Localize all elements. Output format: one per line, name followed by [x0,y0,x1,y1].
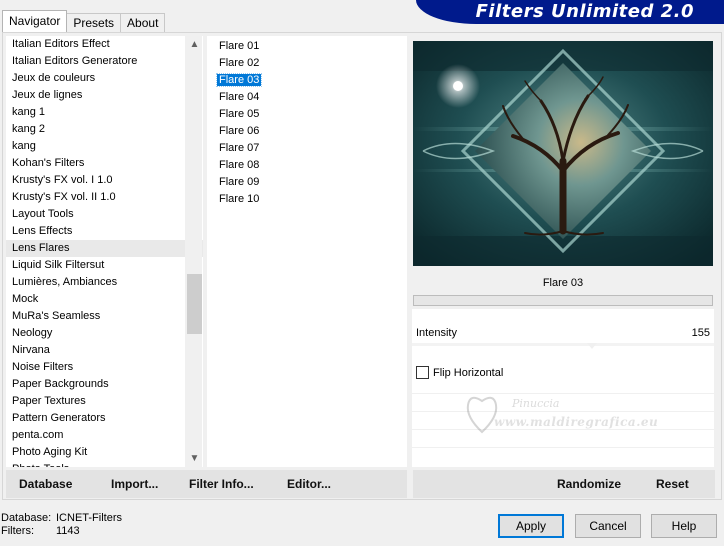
intensity-label: Intensity [416,327,457,339]
category-item[interactable]: Mock [6,291,203,308]
category-item[interactable]: Nirvana [6,342,203,359]
watermark: Pinuccia www.maldiregrafica.eu [452,387,682,457]
filter-item-label: Flare 06 [219,125,260,137]
category-item[interactable]: Krusty's FX vol. I 1.0 [6,172,203,189]
intensity-value: 155 [691,327,710,339]
intensity-track[interactable] [412,343,714,346]
import-button[interactable]: Import... [111,470,158,498]
preview-image [413,41,713,266]
filter-item-label: Flare 10 [219,193,260,205]
tab-about[interactable]: About [120,13,166,32]
selected-filter-name: Flare 03 [412,272,714,294]
intensity-slider[interactable]: Intensity 155 [412,326,714,349]
category-item[interactable]: Krusty's FX vol. II 1.0 [6,189,203,206]
category-item[interactable]: MuRa's Seamless [6,308,203,325]
category-scrollbar[interactable]: ▲ ▼ [185,36,202,467]
category-list[interactable]: Italian Editors Effect Italian Editors Ge… [6,36,203,467]
filter-list[interactable]: Flare 01 Flare 02 Flare 03 Flare 04 Flare 05… [207,36,407,467]
category-item[interactable]: kang 2 [6,121,203,138]
left-button-row: Database Import... Filter Info... Editor… [6,470,407,498]
category-item[interactable]: Photo Aging Kit [6,444,203,461]
database-info: Database: ICNET-Filters Filters: 1143 [1,512,122,538]
category-item[interactable]: Paper Textures [6,393,203,410]
watermark-author: Pinuccia [512,397,560,410]
cancel-button[interactable]: Cancel [575,514,641,538]
flip-horizontal-label: Flip Horizontal [433,366,504,379]
filter-item-label: Flare 01 [219,40,260,52]
flip-horizontal-checkbox[interactable] [416,366,429,379]
category-item[interactable]: Kohan's Filters [6,155,203,172]
help-button[interactable]: Help [651,514,717,538]
filters-count: 1143 [56,525,80,537]
category-item[interactable]: Layout Tools [6,206,203,223]
filter-info-button[interactable]: Filter Info... [189,470,254,498]
right-button-row: Randomize Reset [413,470,715,498]
database-value: ICNET-Filters [56,512,122,524]
category-item[interactable]: kang [6,138,203,155]
filter-item[interactable]: Flare 05 [207,106,407,123]
category-item[interactable]: Paper Backgrounds [6,376,203,393]
filter-item-label: Flare 09 [219,176,260,188]
filter-item-label: Flare 04 [219,91,260,103]
filter-item[interactable]: Flare 02 [207,55,407,72]
main-frame: Italian Editors Effect Italian Editors Ge… [2,32,722,500]
parameter-panel: Intensity 155 Flip Horizontal Pinuccia w… [412,309,714,467]
filter-item[interactable]: Flare 08 [207,157,407,174]
reset-button[interactable]: Reset [656,470,689,498]
filter-item[interactable]: Flare 06 [207,123,407,140]
scroll-thumb[interactable] [187,274,202,334]
category-item[interactable]: Lens Flares [6,240,203,257]
scroll-up-icon[interactable]: ▲ [186,36,203,53]
category-item[interactable]: Photo Tools [6,461,203,467]
category-item[interactable]: kang 1 [6,104,203,121]
flip-horizontal-option[interactable]: Flip Horizontal [416,364,503,381]
filter-item-label: Flare 07 [219,142,260,154]
filter-item-label: Flare 02 [219,57,260,69]
filters-key: Filters: [1,525,34,537]
tab-bar: Navigator Presets About [2,10,166,32]
category-item[interactable]: Pattern Generators [6,410,203,427]
tab-presets[interactable]: Presets [66,13,122,32]
category-item[interactable]: Lens Effects [6,223,203,240]
randomize-button[interactable]: Randomize [557,470,621,498]
banner-title: Filters Unlimited 2.0 [475,1,694,22]
scroll-down-icon[interactable]: ▼ [186,450,203,467]
filter-item[interactable]: Flare 10 [207,191,407,208]
database-key: Database: [1,512,52,524]
preview-artwork [413,41,713,266]
apply-button[interactable]: Apply [498,514,564,538]
filter-item-label: Flare 03 [215,73,263,87]
category-item[interactable]: Jeux de couleurs [6,70,203,87]
filter-item[interactable]: Flare 01 [207,38,407,55]
filter-item[interactable]: Flare 07 [207,140,407,157]
category-items: Italian Editors Effect Italian Editors Ge… [6,36,203,467]
category-item[interactable]: penta.com [6,427,203,444]
filter-item-label: Flare 08 [219,159,260,171]
category-item[interactable]: Liquid Silk Filtersut [6,257,203,274]
database-button[interactable]: Database [19,470,72,498]
title-banner: Filters Unlimited 2.0 [416,0,724,24]
filter-item[interactable]: Flare 03 [207,72,407,89]
filter-item[interactable]: Flare 04 [207,89,407,106]
watermark-url: www.maldiregrafica.eu [494,415,659,429]
tab-navigator[interactable]: Navigator [2,10,68,32]
category-item[interactable]: Italian Editors Generatore [6,53,203,70]
category-item[interactable]: Jeux de lignes [6,87,203,104]
progress-bar [413,295,713,306]
category-item[interactable]: Noise Filters [6,359,203,376]
filter-item[interactable]: Flare 09 [207,174,407,191]
slider-marker-icon [587,343,597,349]
category-item[interactable]: Italian Editors Effect [6,36,203,53]
filter-item-label: Flare 05 [219,108,260,120]
watermark-heart-icon [466,396,498,434]
editor-button[interactable]: Editor... [287,470,331,498]
filter-items: Flare 01 Flare 02 Flare 03 Flare 04 Flare 05… [207,38,407,208]
category-item[interactable]: Lumières, Ambiances [6,274,203,291]
category-item[interactable]: Neology [6,325,203,342]
